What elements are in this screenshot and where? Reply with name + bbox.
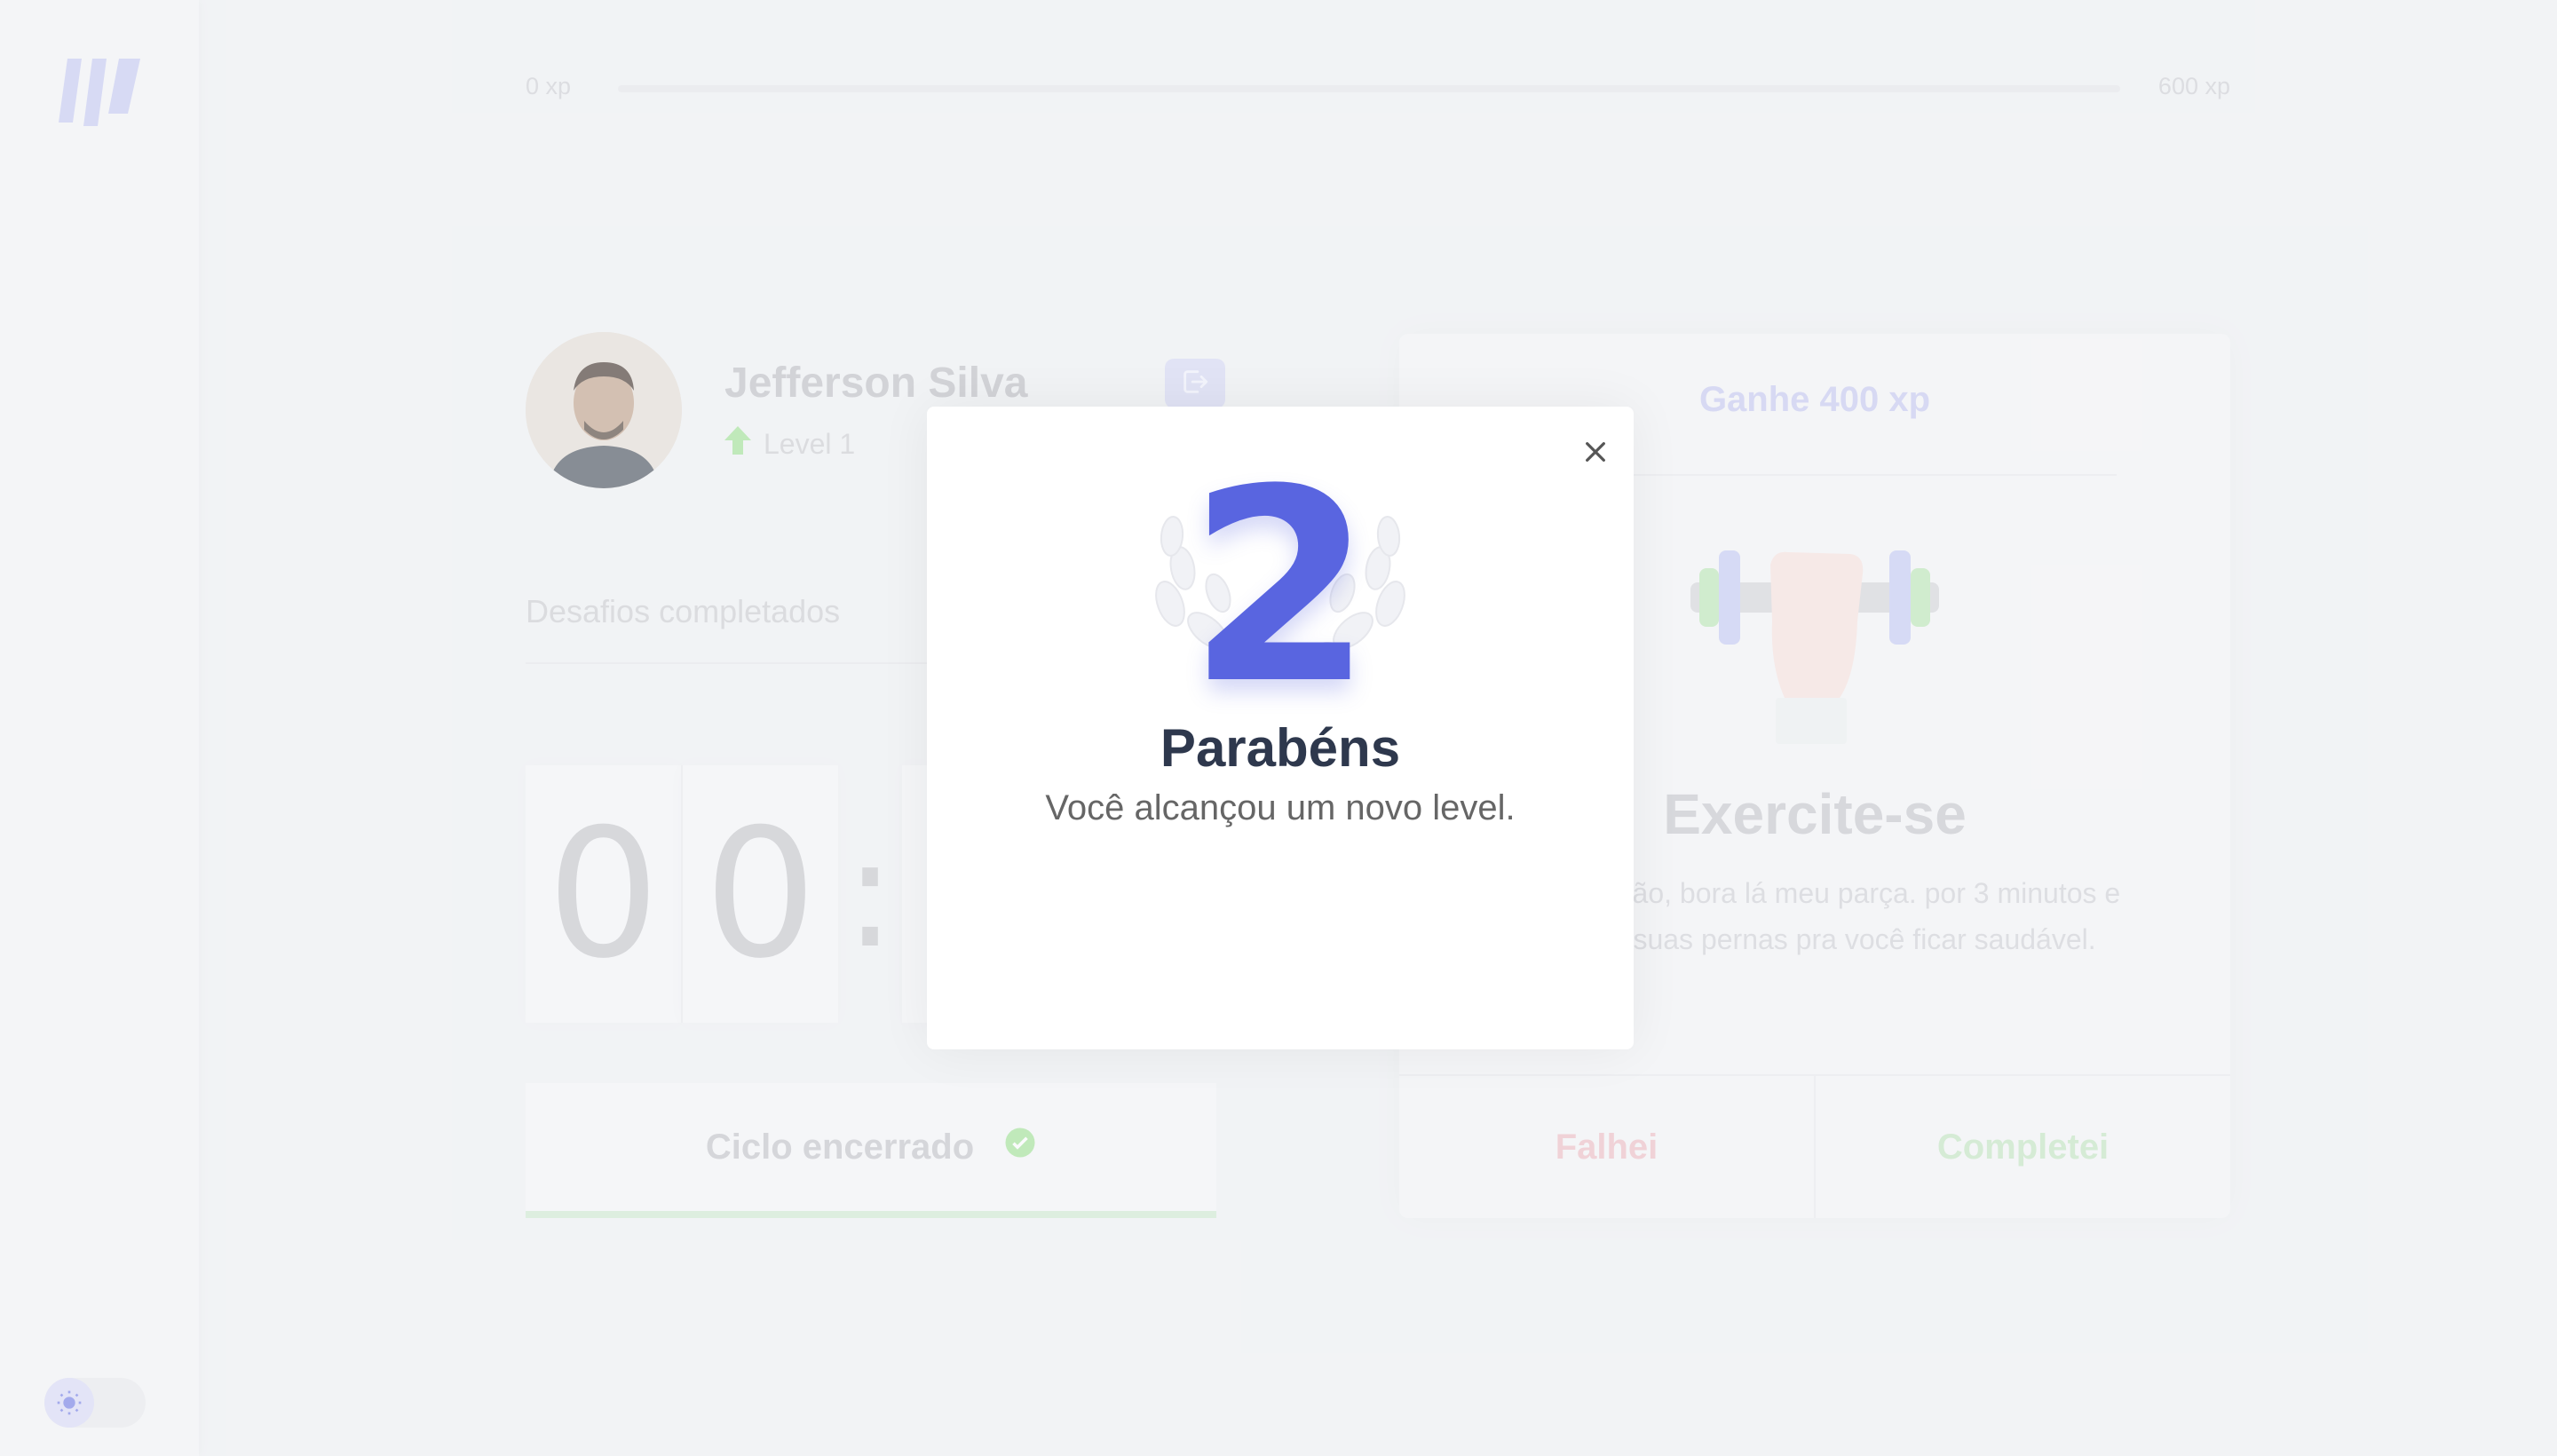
level-up-modal: 2 Parabéns Você alcançou um novo level. [927,407,1634,1049]
new-level-number: 2 [1187,432,1373,742]
modal-title: Parabéns [1160,718,1401,778]
modal-text: Você alcançou um novo level. [1045,788,1516,827]
